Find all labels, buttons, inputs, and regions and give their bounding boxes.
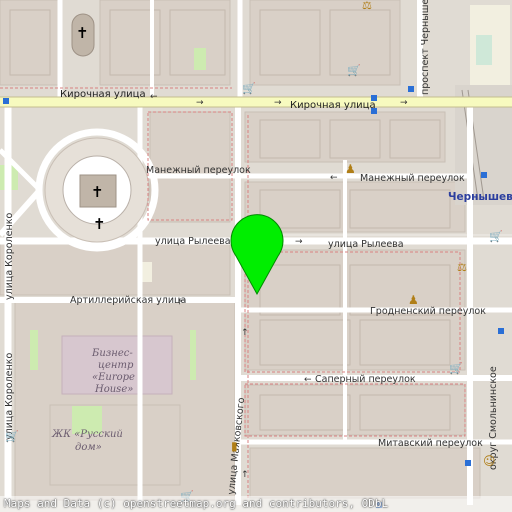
street-label-ryleeva-left: улица Рылеева — [155, 236, 231, 247]
street-label-mitavsky: Митавский переулок — [378, 438, 483, 449]
bus-stop-icon-5 — [481, 172, 487, 178]
oneway-arrow-9: ← — [239, 328, 249, 336]
bus-stop-icon-1 — [3, 98, 9, 104]
business-center-label-4: House» — [94, 384, 133, 395]
bus-stop-icon-7 — [465, 460, 471, 466]
street-label-grodensky: Гродненский переулок — [370, 306, 486, 317]
residential-label-2: дом» — [75, 442, 102, 453]
church-cross-icon-1: ✝ — [76, 24, 89, 42]
oneway-arrow-1: ← — [150, 92, 158, 102]
street-label-manezhny-left: Манежный переулок — [146, 165, 251, 176]
shop-icon-3: 🛒 — [489, 230, 503, 243]
bus-stop-icon-2 — [371, 95, 377, 101]
business-center-label-2: центр — [98, 360, 134, 371]
bus-stop-icon-3 — [371, 108, 377, 114]
street-label-manezhny-right: Манежный переулок — [360, 173, 465, 184]
street-label-korolenko-top: улица Короленко — [4, 213, 15, 300]
small-park — [476, 35, 492, 65]
oneway-arrow-10: ← — [239, 470, 249, 478]
shop-icon-1: 🛒 — [242, 82, 256, 95]
metro-station-label: Чернышевск — [448, 191, 512, 203]
map-attribution: Maps and Data (c) openstreetmap.org and … — [0, 496, 512, 512]
police-icon: ♟ — [345, 162, 356, 176]
map-canvas[interactable]: ← → → → ← → ← ← ← ← Кирочная улица Кироч… — [0, 0, 512, 512]
courthouse-icon-2: ⚖ — [457, 261, 467, 274]
government-icon: ♟ — [408, 293, 419, 307]
shop-icon-2: 🛒 — [347, 64, 361, 77]
street-label-korolenko-bottom: улица Короленко — [4, 353, 15, 440]
business-center-label-3: «Europe — [92, 372, 135, 383]
theatre-icon: ☺ — [483, 454, 496, 468]
map-view[interactable]: ← → → → ← → ← ← ← ← Кирочная улица Кироч… — [0, 0, 512, 512]
bus-stop-icon-6 — [498, 328, 504, 334]
street-label-chernyshevskogo: проспект Чернышевского — [420, 0, 431, 95]
shop-icon-5: 🛒 — [5, 430, 19, 443]
oneway-arrow-4: → — [400, 98, 408, 108]
street-label-ryleeva-right: улица Рылеева — [328, 239, 404, 250]
oneway-arrow-3: → — [274, 98, 282, 108]
bus-stop-icon-4 — [408, 86, 414, 92]
oneway-arrow-5: ← — [330, 173, 338, 183]
church-cross-icon-3: ✝ — [93, 215, 106, 233]
oneway-arrow-8: ← — [304, 375, 312, 385]
street-label-saperny: Саперный переулок — [315, 374, 416, 385]
residential-complex-area — [49, 404, 181, 486]
library-icon: ▮ — [231, 439, 238, 453]
courthouse-icon-1: ⚖ — [362, 0, 372, 12]
business-center-label-1: Бизнес- — [91, 348, 133, 359]
oneway-arrow-6: → — [295, 237, 303, 247]
church-cross-icon-2: ✝ — [91, 183, 104, 201]
street-label-kirochnaya-right: Кирочная улица — [290, 100, 376, 111]
street-label-kirochnaya-left: Кирочная улица — [60, 89, 146, 100]
street-label-artilleriyskaya: Артиллерийская улица — [70, 295, 186, 306]
shop-icon-4: 🛒 — [449, 362, 463, 375]
oneway-arrow-2: → — [196, 98, 204, 108]
residential-label-1: ЖК «Русский — [51, 429, 123, 440]
